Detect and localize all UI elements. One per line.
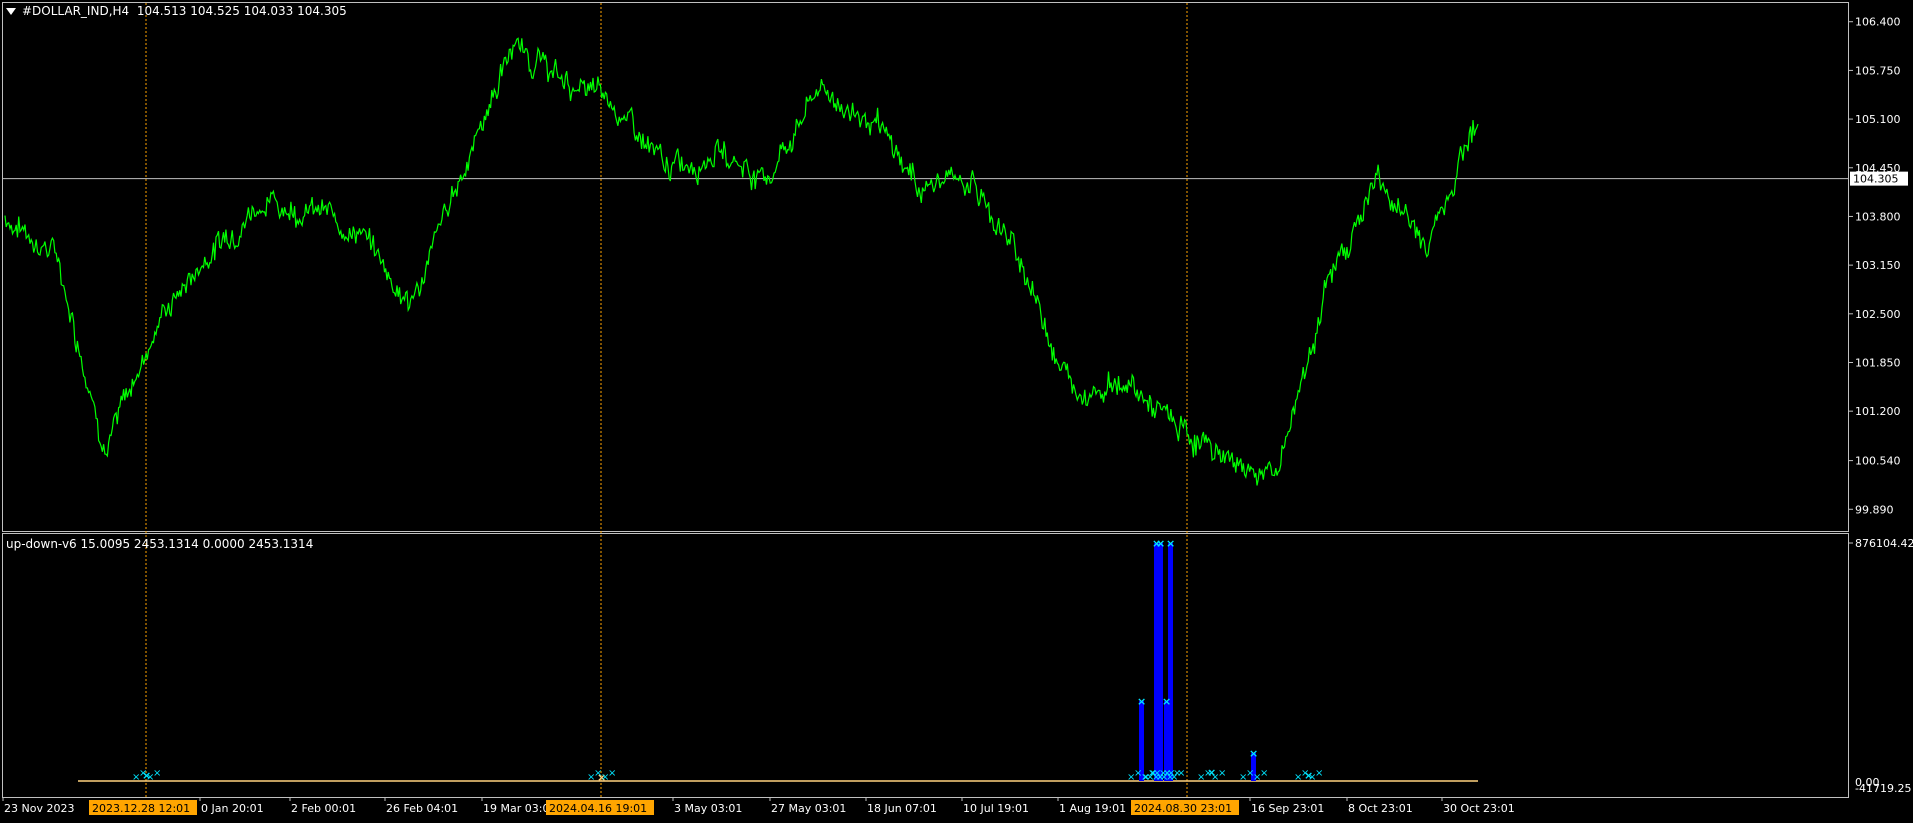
indicator-marker: × <box>1137 695 1146 708</box>
indicator-bar <box>1158 543 1163 781</box>
price-tick-label: 100.540 <box>1855 455 1901 468</box>
indicator-marker: × <box>1260 768 1268 779</box>
indicator-marker: × <box>153 768 161 779</box>
indicator-bars <box>1139 543 1256 781</box>
indicator-marker: × <box>1218 768 1226 779</box>
time-tick-label: 2 Feb 00:01 <box>291 802 356 815</box>
time-tick-label: 23 Nov 2023 <box>4 802 74 815</box>
indicator-frame <box>2 533 1849 798</box>
time-tick-label: 26 Feb 04:01 <box>386 802 458 815</box>
time-tick-label: 10 Jul 19:01 <box>963 802 1029 815</box>
chart-window[interactable]: × × × × × × × × × × × × × × × × × × × × × × × × × × × × × × × × × × × × × × × ×… <box>0 0 1913 820</box>
indicator-markers: ××××× ×××××××××××××××××××××××××××××× ×××××… <box>132 537 1323 784</box>
indicator-marker: × <box>1166 537 1175 550</box>
price-tick-label: 103.150 <box>1855 259 1901 272</box>
indicator-marker: × <box>608 768 616 779</box>
indicator-marker: × <box>1177 768 1185 779</box>
indicator-marker: × <box>1162 695 1171 708</box>
indicator-bar <box>1168 543 1173 781</box>
time-tick-label: 27 May 03:01 <box>771 802 846 815</box>
symbol-label: #DOLLAR_IND,H4 <box>22 4 130 18</box>
time-tick-label: 1 Aug 19:01 <box>1059 802 1126 815</box>
time-tick-label: 3 May 03:01 <box>674 802 742 815</box>
time-tick-label: 18 Jun 07:01 <box>867 802 937 815</box>
indicator-marker: × <box>1156 537 1165 550</box>
price-tick-label: 99.890 <box>1855 503 1894 516</box>
time-tick-label: 30 Oct 23:01 <box>1443 802 1515 815</box>
indicator-marker: × <box>1249 747 1258 760</box>
price-axis: 106.400105.750105.100104.450103.800103.1… <box>1849 16 1901 516</box>
time-tick-label: 8 Oct 23:01 <box>1348 802 1413 815</box>
time-highlight-label: 2024.08.30 23:01 <box>1134 802 1232 815</box>
price-tick-label: 103.800 <box>1855 210 1901 223</box>
price-tick-label: 102.500 <box>1855 308 1901 321</box>
indicator-axis-top: 876104.42 <box>1855 537 1913 550</box>
time-tick-label: 16 Sep 23:01 <box>1251 802 1324 815</box>
collapse-triangle-icon[interactable] <box>6 8 16 15</box>
price-tick-label: 105.100 <box>1855 113 1901 126</box>
indicator-header: up-down-v6 15.0095 2453.1314 0.0000 2453… <box>6 537 313 551</box>
time-tick-label: 0 Jan 20:01 <box>201 802 264 815</box>
chart-canvas[interactable]: ××××× ×××××××××××××××××××××××××××××× ×××××… <box>0 0 1913 820</box>
price-tick-label: 106.400 <box>1855 16 1901 29</box>
indicator-axis-min: -41719.25 <box>1855 782 1911 795</box>
indicator-label: up-down-v6 15.0095 2453.1314 0.0000 2453… <box>6 537 314 551</box>
price-tick-label: 105.750 <box>1855 64 1901 77</box>
main-chart-frame <box>2 2 1849 532</box>
price-series-line <box>4 37 1479 486</box>
time-highlight-label: 2024.04.16 19:01 <box>549 802 647 815</box>
indicator-marker: × <box>1315 768 1323 779</box>
indicator-axis: 876104.42 0.00 -41719.25 <box>1849 537 1913 795</box>
price-tick-label: 101.850 <box>1855 356 1901 369</box>
ohlc-values: 104.513 104.525 104.033 104.305 <box>136 4 347 18</box>
time-tick-label: 19 Mar 03:0 <box>483 802 549 815</box>
current-price-label: 104.305 <box>1853 173 1899 186</box>
time-highlight-label: 2023.12.28 12:01 <box>92 802 190 815</box>
price-tick-label: 101.200 <box>1855 405 1901 418</box>
symbol-header: #DOLLAR_IND,H4 104.513 104.525 104.033 1… <box>6 4 347 18</box>
time-axis: 23 Nov 2023 0 Jan 20:01 2 Feb 00:01 26 Feb … <box>2 797 1515 815</box>
